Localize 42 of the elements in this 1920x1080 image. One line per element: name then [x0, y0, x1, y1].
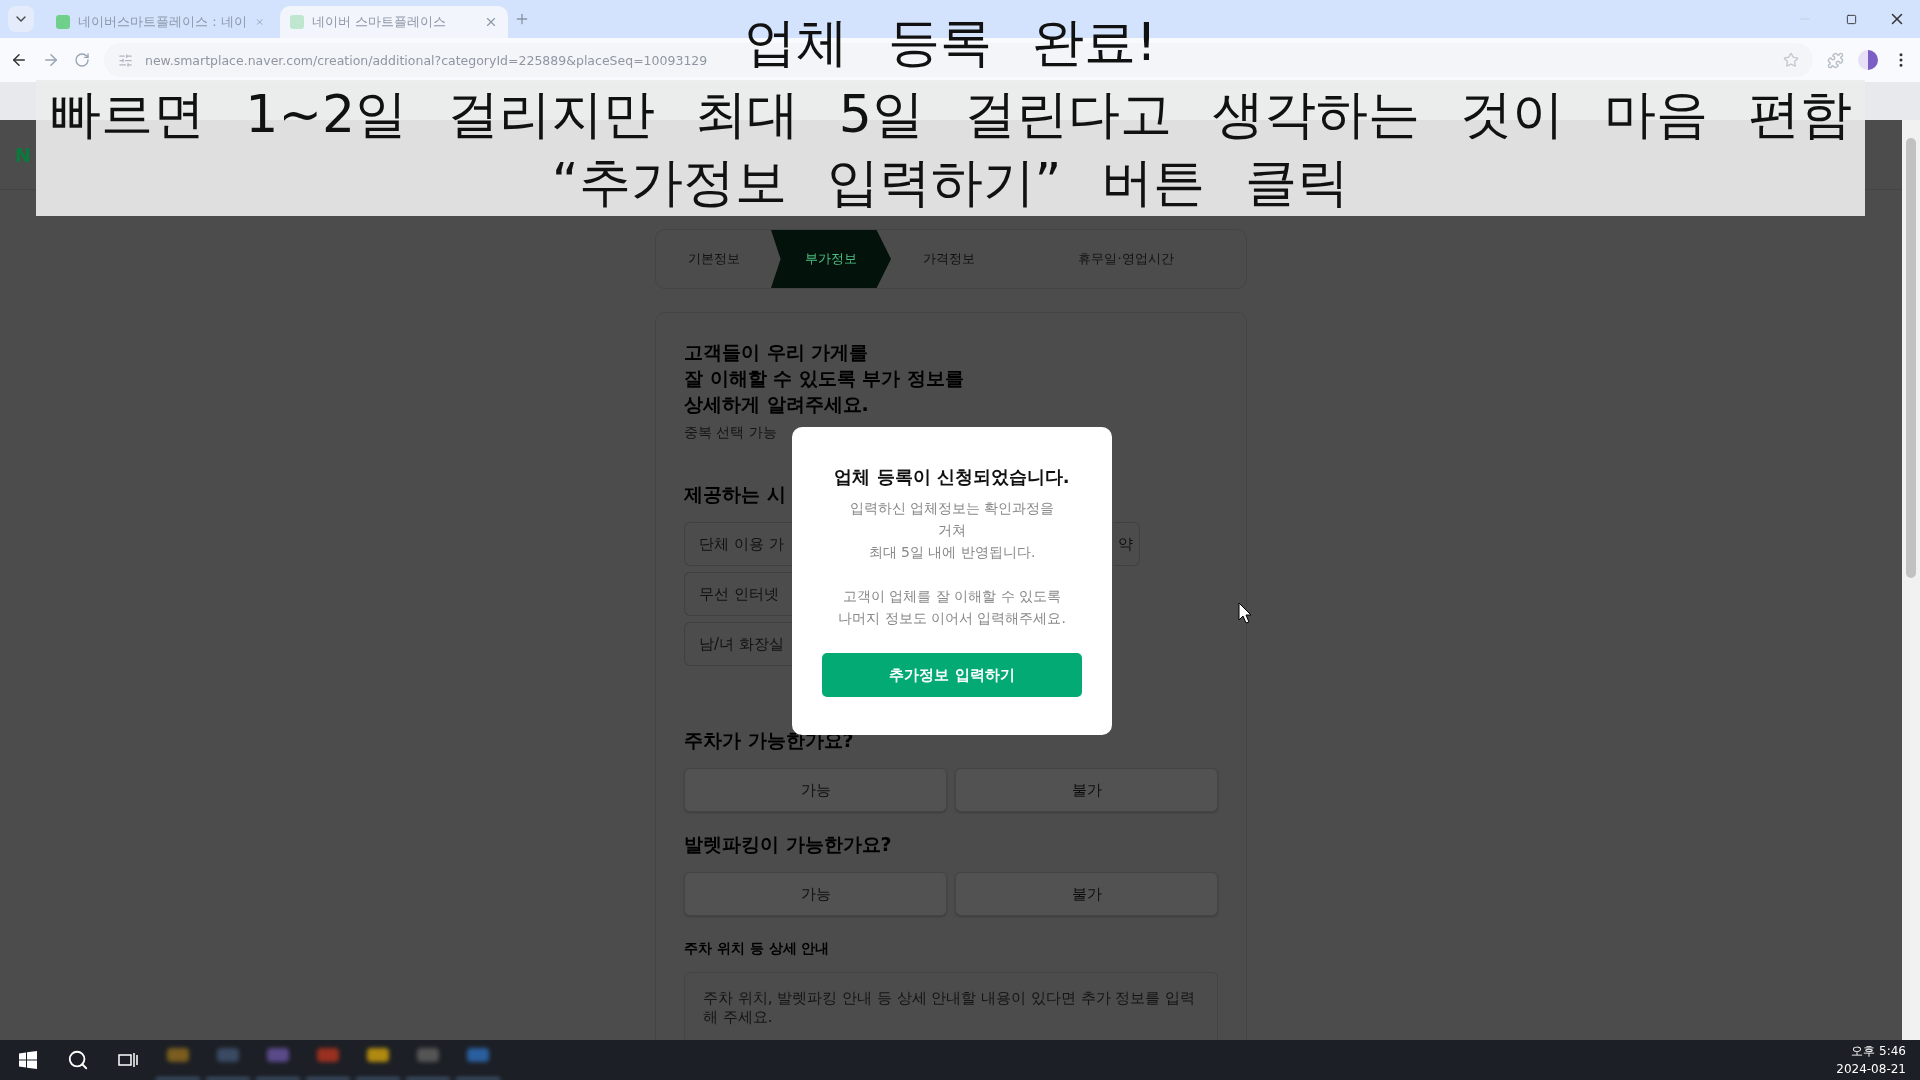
browser-tab[interactable]: 네이버스마트플레이스 : 네이	[46, 6, 274, 38]
clock[interactable]: 오후 5:46 2024-08-21	[1836, 1042, 1906, 1078]
cursor-icon	[1238, 602, 1252, 624]
choice-button[interactable]: 가능	[684, 872, 947, 916]
puzzle-icon[interactable]	[1827, 51, 1844, 69]
step-tab[interactable]: 가격정보	[891, 230, 1006, 288]
step-tab[interactable]: 부가정보	[771, 230, 891, 288]
reload-icon[interactable]	[74, 52, 90, 68]
profile-avatar[interactable]	[1858, 50, 1878, 70]
site-info-icon[interactable]	[118, 52, 133, 68]
search-icon[interactable]	[67, 1049, 89, 1071]
restore-icon	[1845, 13, 1857, 25]
caption-text: “추가정보 입력하기” 버튼 클릭	[36, 148, 1865, 216]
caption-text: 빠르면 1~2일 걸리지만 최대 5일 걸린다고 생각하는 것이 마음 편함	[36, 80, 1865, 148]
choice-button[interactable]: 불가	[955, 768, 1218, 812]
question-title: 발렛파킹이 가능한가요?	[684, 832, 892, 857]
field-label: 주차 위치 등 상세 안내	[684, 940, 830, 958]
form-heading: 고객들이 우리 가게를 잘 이해할 수 있도록 부가 정보를 상세하게 알려주세요.	[684, 340, 966, 417]
logo: N	[15, 143, 31, 166]
dialog-message: 고객이 업체를 잘 이해할 수 있도록 나머지 정보도 이어서 입력해주세요.	[838, 587, 1066, 628]
step-tab[interactable]: 기본정보	[656, 230, 771, 288]
dialog-title: 업체 등록이 신청되었습니다.	[834, 465, 1070, 489]
favicon-icon	[56, 15, 70, 29]
browser-tab[interactable]: 네이버 스마트플레이스	[280, 6, 508, 38]
bookmark-star-icon[interactable]	[1783, 52, 1799, 68]
back-icon[interactable]	[10, 51, 28, 69]
option-chip[interactable]: 약	[1114, 522, 1140, 566]
windows-icon[interactable]	[19, 1051, 37, 1069]
favicon-icon	[290, 15, 304, 29]
choice-button[interactable]: 불가	[955, 872, 1218, 916]
task-view-icon[interactable]	[118, 1051, 138, 1069]
choice-button[interactable]: 가능	[684, 768, 947, 812]
new-tab-icon[interactable]	[514, 11, 530, 27]
add-info-button[interactable]: 추가정보 입력하기	[822, 653, 1082, 697]
step-tab[interactable]: 휴무일·영업시간	[1006, 230, 1246, 288]
close-icon[interactable]	[484, 15, 498, 29]
dialog-message: 입력하신 업체정보는 확인과정을 거쳐 최대 5일 내에 반영됩니다.	[849, 499, 1055, 562]
scroll-thumb[interactable]	[1906, 138, 1916, 578]
section-title: 제공하는 시	[684, 482, 786, 507]
forward-icon[interactable]	[42, 51, 60, 69]
tab-search-button[interactable]	[8, 6, 34, 32]
hint-text: 중복 선택 가능	[684, 424, 777, 442]
